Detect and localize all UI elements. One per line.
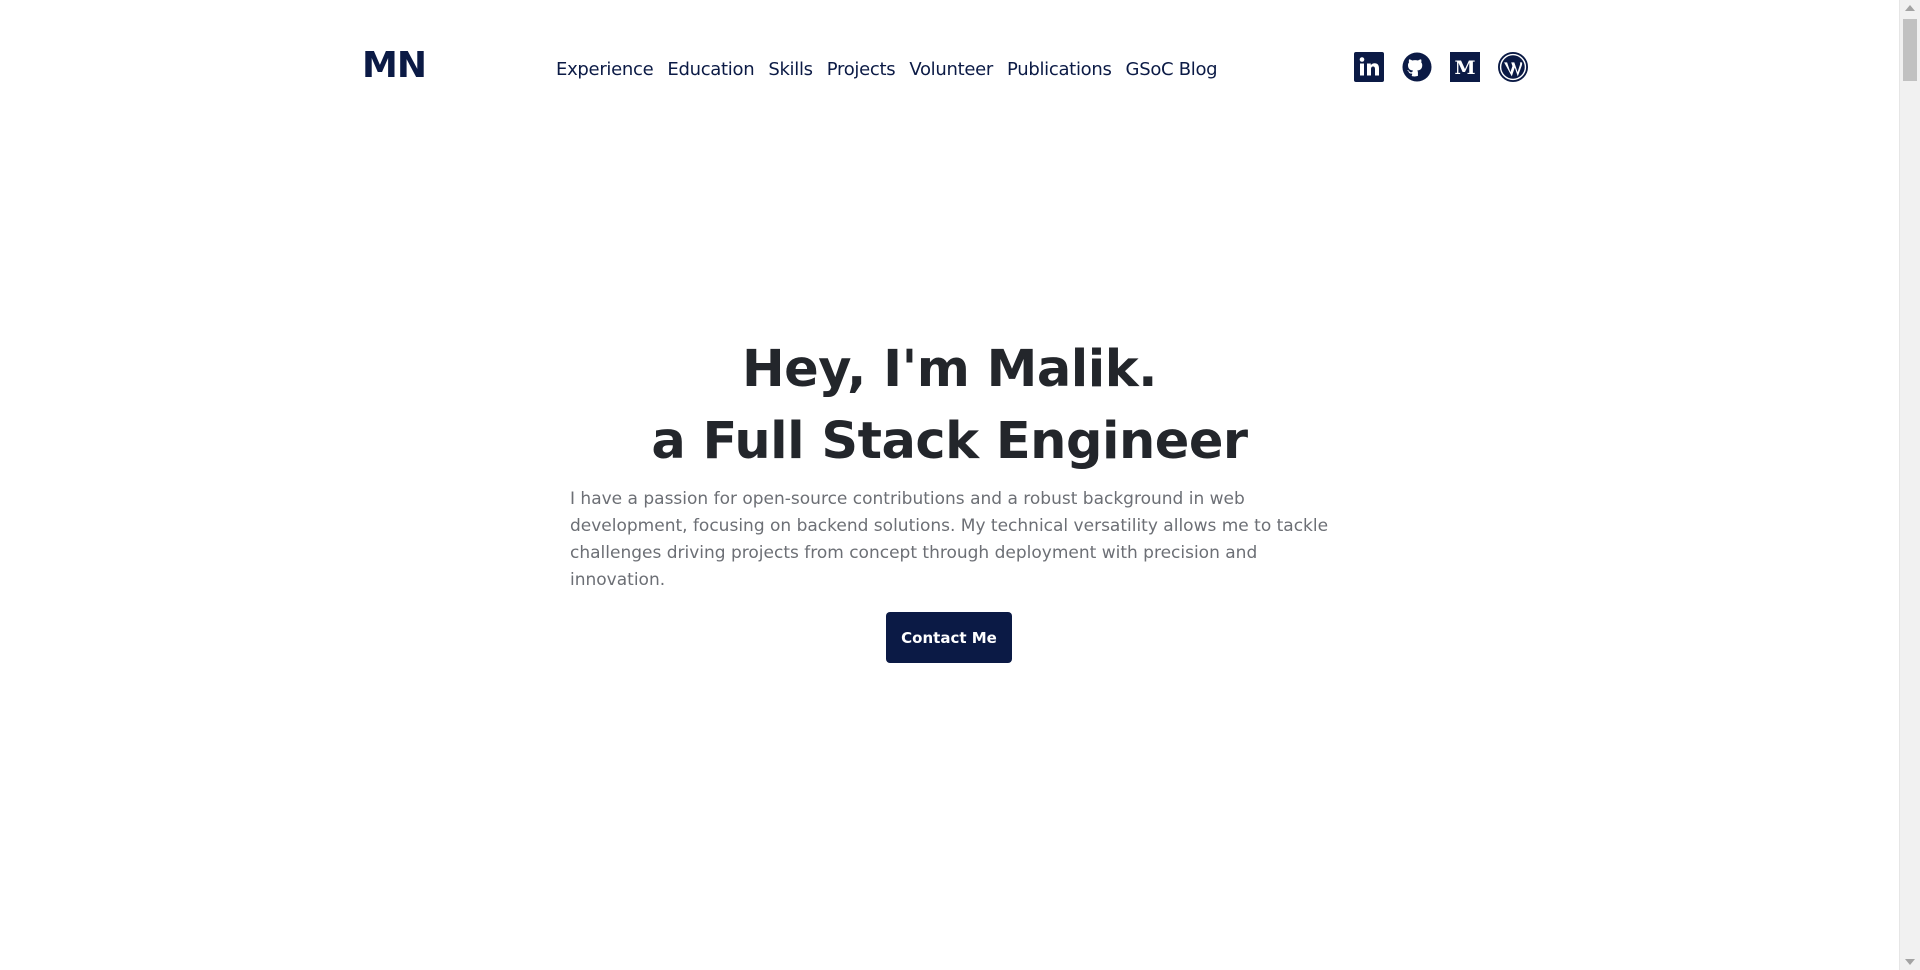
social-links: M — [1354, 52, 1528, 82]
nav-gsoc-blog[interactable]: GSoC Blog — [1126, 59, 1218, 80]
medium-icon[interactable]: M — [1450, 52, 1480, 82]
vertical-scrollbar[interactable] — [1899, 0, 1920, 970]
github-icon[interactable] — [1402, 52, 1432, 82]
hero-role: a Full Stack Engineer — [651, 412, 1248, 471]
nav-experience[interactable]: Experience — [556, 59, 654, 80]
nav-volunteer[interactable]: Volunteer — [909, 59, 993, 80]
scroll-down-icon[interactable] — [1905, 959, 1915, 965]
svg-text:M: M — [1454, 57, 1475, 79]
linkedin-icon[interactable] — [1354, 52, 1384, 82]
nav-projects[interactable]: Projects — [827, 59, 896, 80]
viewport: MN Experience Education Skills Projects … — [0, 0, 1899, 970]
nav-education[interactable]: Education — [667, 59, 754, 80]
nav-skills[interactable]: Skills — [768, 59, 813, 80]
scroll-up-icon[interactable] — [1905, 5, 1915, 11]
scroll-thumb[interactable] — [1903, 19, 1917, 81]
nav-publications[interactable]: Publications — [1007, 59, 1112, 80]
page: MN Experience Education Skills Projects … — [0, 0, 1920, 970]
hero-description: I have a passion for open-source contrib… — [570, 489, 1329, 590]
site-logo[interactable]: MN — [362, 46, 427, 86]
wordpress-icon[interactable] — [1498, 52, 1528, 82]
main-nav: Experience Education Skills Projects Vol… — [556, 56, 1231, 82]
hero-greeting: Hey, I'm Malik. — [741, 340, 1158, 399]
contact-me-button[interactable]: Contact Me — [886, 612, 1012, 663]
